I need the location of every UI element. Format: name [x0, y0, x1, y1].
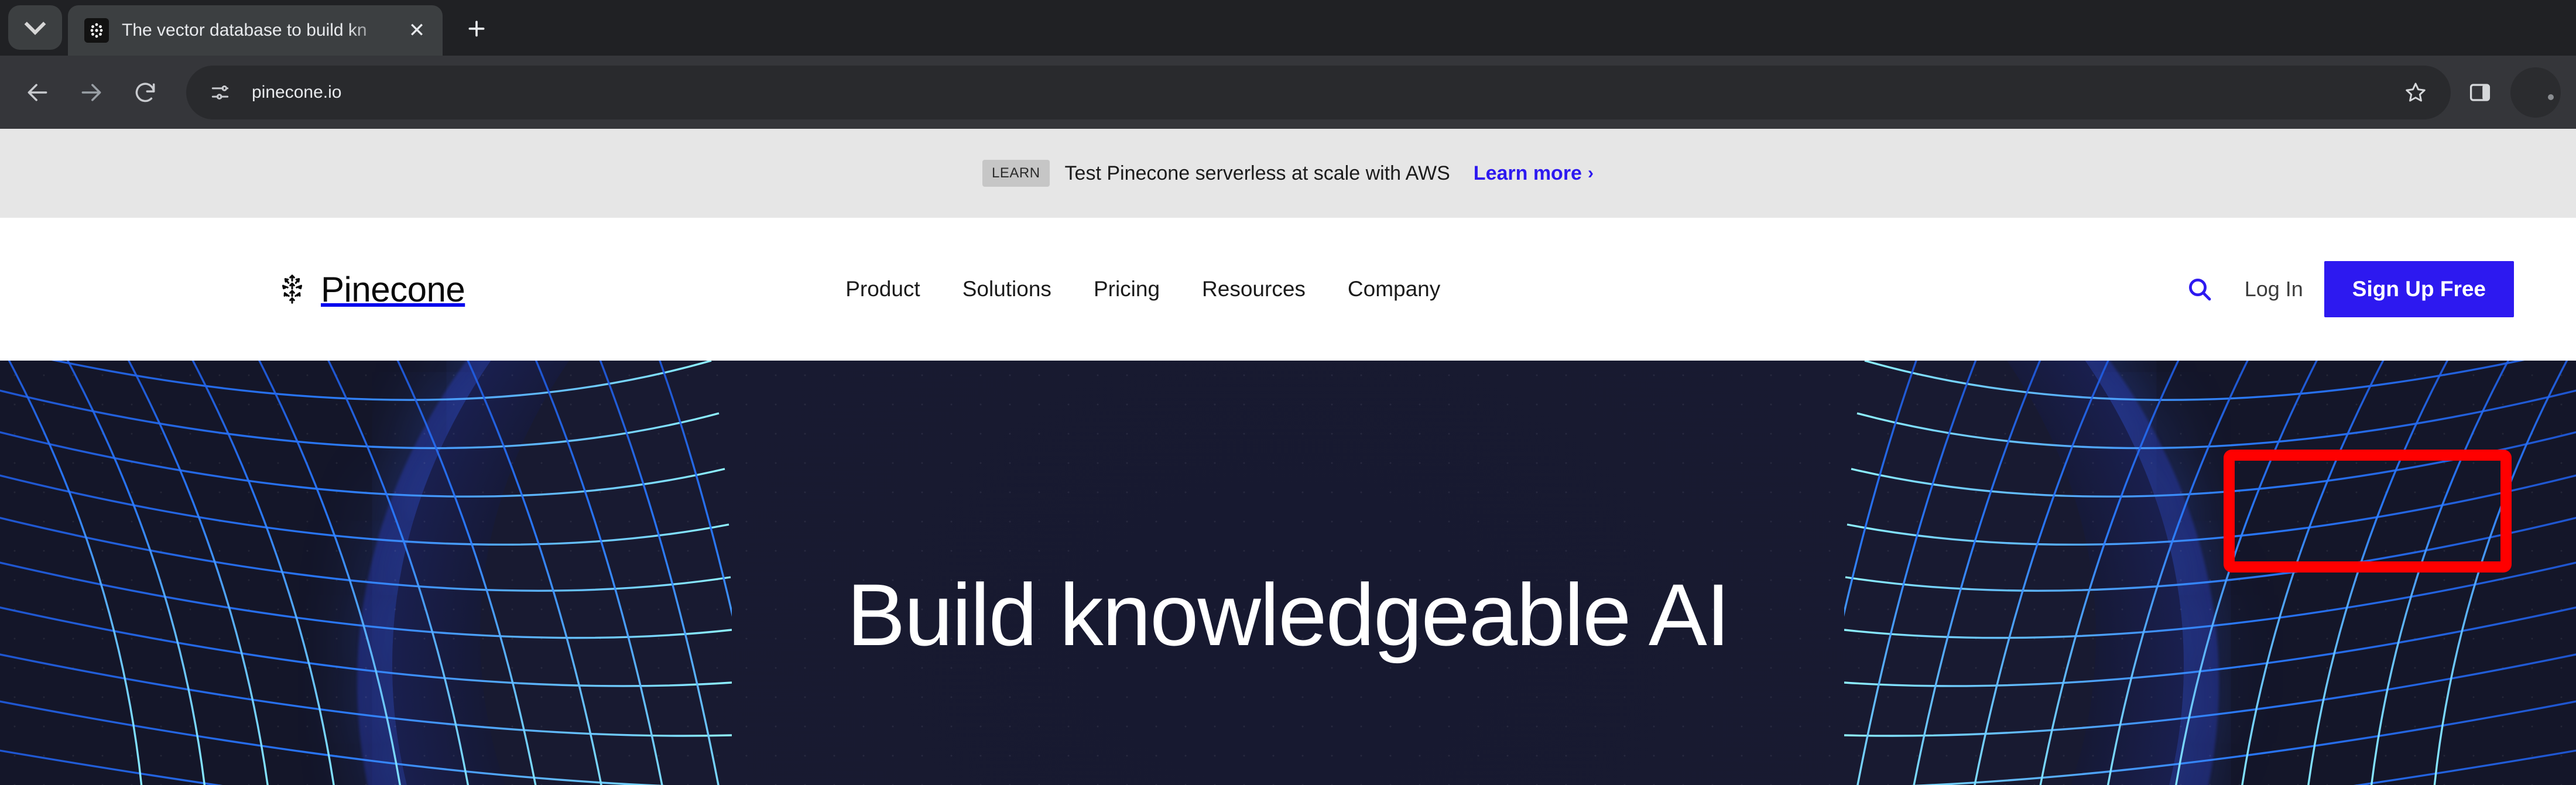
browser-window: The vector database to build kn ✕ pineco… — [0, 0, 2576, 785]
bookmark-star-icon[interactable] — [2391, 68, 2440, 117]
hero-content: Build knowledgeable AI — [0, 568, 2576, 661]
header-actions: Log In Sign Up Free — [2179, 261, 2514, 317]
hero-headline: Build knowledgeable AI — [847, 565, 1730, 664]
pinecone-logo[interactable]: Pinecone — [275, 269, 465, 310]
tune-settings-icon[interactable] — [201, 74, 239, 111]
search-button[interactable] — [2179, 269, 2220, 310]
url-text[interactable]: pinecone.io — [252, 83, 2391, 102]
promo-link-label: Learn more — [1473, 162, 1582, 184]
login-link[interactable]: Log In — [2245, 277, 2303, 301]
forward-arrow-icon — [81, 83, 101, 101]
hero-section: Build knowledgeable AI — [0, 361, 2576, 785]
browser-toolbar: pinecone.io — [0, 56, 2576, 129]
nav-item-product[interactable]: Product — [845, 277, 920, 301]
nav-item-company[interactable]: Company — [1348, 277, 1440, 301]
side-panel-button[interactable] — [2455, 68, 2505, 117]
promo-text: Test Pinecone serverless at scale with A… — [1064, 162, 1450, 184]
new-tab-button[interactable] — [454, 6, 499, 51]
forward-button[interactable] — [64, 66, 118, 119]
main-navigation: Product Solutions Pricing Resources Comp… — [845, 277, 1440, 301]
pinecone-logo-icon — [282, 275, 303, 304]
sign-up-free-button[interactable]: Sign Up Free — [2324, 261, 2514, 317]
close-icon[interactable]: ✕ — [404, 18, 430, 43]
web-page: LEARN Test Pinecone serverless at scale … — [0, 129, 2576, 785]
tab-search-button[interactable] — [8, 5, 62, 50]
browser-tab[interactable]: The vector database to build kn ✕ — [68, 5, 443, 56]
back-arrow-icon — [28, 83, 47, 101]
toolbar-right-actions — [2455, 67, 2561, 118]
address-bar[interactable]: pinecone.io — [186, 65, 2451, 119]
profile-avatar-button[interactable] — [2510, 67, 2561, 118]
chevron-down-icon — [24, 13, 46, 35]
logo-wordmark: Pinecone — [321, 269, 465, 309]
back-button[interactable] — [11, 66, 64, 119]
reload-button[interactable] — [118, 66, 172, 119]
tab-title: The vector database to build kn — [122, 20, 367, 40]
site-header: Pinecone Product Solutions Pricing Resou… — [0, 218, 2576, 573]
search-icon — [2188, 278, 2211, 301]
chevron-right-icon: › — [1587, 163, 1594, 183]
promo-learn-more-link[interactable]: Learn more › — [1474, 162, 1594, 185]
promo-badge: LEARN — [982, 160, 1050, 187]
avatar-icon — [2548, 94, 2554, 100]
tab-strip: The vector database to build kn ✕ — [0, 0, 2576, 56]
promo-banner[interactable]: LEARN Test Pinecone serverless at scale … — [0, 129, 2576, 218]
reload-icon — [135, 82, 155, 102]
side-panel-icon — [2469, 83, 2491, 101]
nav-item-solutions[interactable]: Solutions — [962, 277, 1051, 301]
pinecone-favicon — [84, 18, 109, 43]
nav-item-pricing[interactable]: Pricing — [1094, 277, 1160, 301]
nav-item-resources[interactable]: Resources — [1202, 277, 1306, 301]
plus-icon — [468, 20, 485, 37]
promo-banner-content: LEARN Test Pinecone serverless at scale … — [982, 160, 1594, 187]
